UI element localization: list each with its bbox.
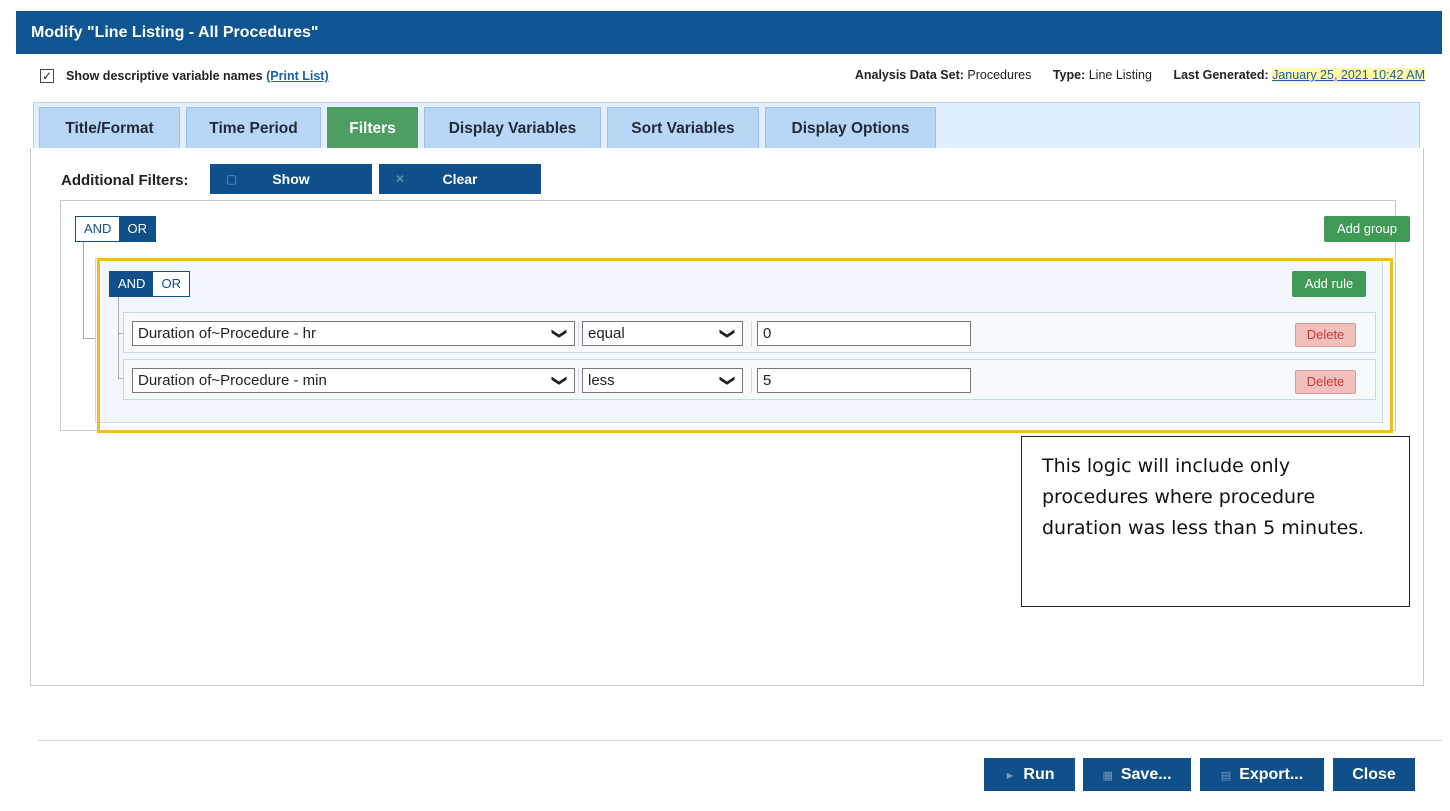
dialog-title: Modify "Line Listing - All Procedures"	[31, 24, 319, 41]
type-value: Line Listing	[1088, 68, 1152, 82]
type-label: Type:	[1052, 68, 1086, 82]
export-button[interactable]: ▤ Export...	[1200, 758, 1324, 791]
export-icon: ▤	[1220, 770, 1232, 782]
tab-display-variables[interactable]: Display Variables	[424, 107, 601, 149]
run-label: Run	[1023, 766, 1055, 783]
highlight-box	[97, 258, 1393, 433]
save-button[interactable]: ▦ Save...	[1083, 758, 1191, 791]
footer-divider	[38, 740, 1442, 741]
clear-label: Clear	[442, 171, 478, 187]
play-icon: ►	[1004, 770, 1016, 782]
descriptive-names-label: Show descriptive variable names (Print L…	[66, 69, 329, 83]
add-group-button[interactable]: Add group	[1324, 216, 1410, 242]
tab-time-period[interactable]: Time Period	[186, 107, 321, 149]
checkbox-label-text: Show descriptive variable names	[66, 69, 263, 83]
descriptive-names-checkbox[interactable]: ✓	[40, 69, 54, 83]
tab-display-options[interactable]: Display Options	[765, 107, 936, 149]
tab-bar: Title/Format Time Period Filters Display…	[33, 102, 1420, 149]
last-generated: Last Generated: January 25, 2021 10:42 A…	[1173, 68, 1425, 82]
clear-icon: ✕	[395, 172, 406, 186]
print-list-link[interactable]: (Print List)	[266, 69, 329, 83]
outer-or-option[interactable]: OR	[119, 217, 155, 241]
outer-group-connector	[83, 242, 95, 339]
save-label: Save...	[1120, 766, 1172, 783]
show-icon: ▢	[226, 172, 238, 186]
show-filters-button[interactable]: ▢ Show	[210, 164, 372, 194]
explanation-callout: This logic will include only procedures …	[1021, 436, 1410, 607]
generated-value: January 25, 2021 10:42 AM	[1272, 68, 1425, 82]
tab-sort-variables[interactable]: Sort Variables	[607, 107, 759, 149]
report-type: Type: Line Listing	[1053, 68, 1152, 82]
show-label: Show	[272, 171, 310, 187]
analysis-data-set: Analysis Data Set: Procedures	[855, 68, 1032, 82]
save-icon: ▦	[1102, 770, 1113, 782]
generated-label: Last Generated:	[1173, 68, 1269, 82]
export-label: Export...	[1239, 766, 1304, 783]
close-button[interactable]: Close	[1333, 758, 1415, 791]
analysis-value: Procedures	[967, 68, 1032, 82]
meta-row: ✓ Show descriptive variable names (Print…	[40, 67, 1440, 87]
clear-filters-button[interactable]: ✕ Clear	[379, 164, 541, 194]
tab-title-format[interactable]: Title/Format	[39, 107, 180, 149]
tab-filters[interactable]: Filters	[327, 107, 418, 149]
additional-filters-label: Additional Filters:	[61, 172, 189, 189]
outer-and-option[interactable]: AND	[76, 217, 120, 241]
analysis-label: Analysis Data Set:	[854, 68, 964, 82]
report-meta: Analysis Data Set: Procedures Type: Line…	[837, 68, 1425, 82]
run-button[interactable]: ► Run	[984, 758, 1075, 791]
dialog-title-bar: Modify "Line Listing - All Procedures"	[16, 11, 1442, 54]
outer-and-or-toggle: AND OR	[75, 216, 156, 242]
